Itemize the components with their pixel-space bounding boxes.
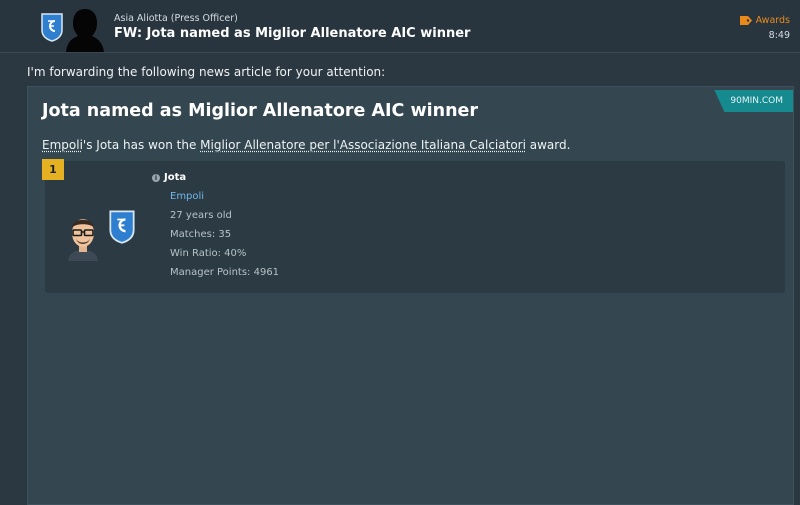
player-club-link[interactable]: Empoli [170, 191, 204, 202]
sender-avatar [64, 6, 106, 52]
category-label: Awards [755, 15, 790, 26]
award-link[interactable]: Miglior Allenatore per l'Associazione It… [200, 138, 526, 152]
info-icon[interactable]: i [152, 173, 160, 182]
body-text: has won the [119, 138, 201, 152]
message-subject: FW: Jota named as Miglior Allenatore AIC… [114, 26, 471, 41]
player-age: 27 years old [170, 210, 232, 221]
body-text: award. [525, 138, 571, 152]
player-name: Jota [164, 172, 187, 183]
tag-icon [739, 16, 752, 25]
source-badge[interactable]: 90MIN.COM [714, 90, 793, 112]
player-name-row[interactable]: i Jota [152, 172, 186, 183]
intro-text: I'm forwarding the following news articl… [27, 65, 386, 79]
empoli-crest-icon [41, 13, 63, 42]
message-header: Asia Aliotta (Press Officer) FW: Jota na… [0, 0, 800, 53]
player-win-ratio: Win Ratio: 40% [170, 248, 247, 259]
sender-name: Asia Aliotta (Press Officer) [114, 13, 238, 24]
article-headline: Jota named as Miglior Allenatore AIC win… [42, 101, 479, 121]
rank-badge: 1 [42, 159, 64, 180]
player-manager-points: Manager Points: 4961 [170, 267, 280, 278]
news-article: 90MIN.COM Jota named as Miglior Allenato… [27, 86, 794, 505]
category-tag[interactable]: Awards [739, 15, 790, 26]
player-avatar[interactable] [65, 211, 101, 261]
person-text: Jota [96, 138, 120, 152]
article-body: Empoli's Jota has won the Miglior Allena… [42, 138, 570, 152]
message-time: 8:49 [768, 30, 790, 41]
empoli-crest-icon[interactable] [107, 209, 137, 244]
player-matches: Matches: 35 [170, 229, 232, 240]
body-text: 's [82, 138, 97, 152]
club-link[interactable]: Empoli [42, 138, 83, 152]
